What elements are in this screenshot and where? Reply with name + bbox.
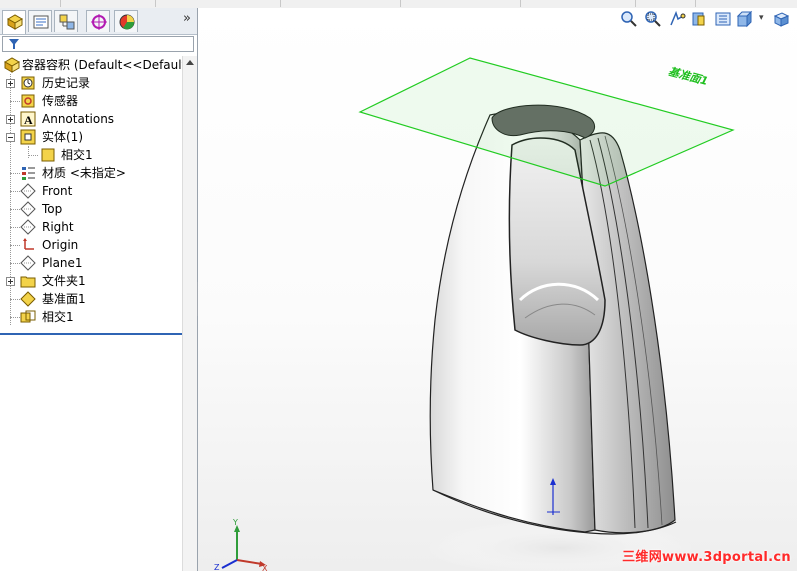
tree-item-top-plane[interactable]: Top — [0, 200, 182, 218]
tab-configuration-manager[interactable] — [54, 10, 78, 32]
previous-view-icon[interactable] — [668, 10, 686, 28]
body-icon — [41, 148, 55, 162]
dimxpert-icon — [91, 14, 107, 30]
tree-item-label: 文件夹1 — [42, 274, 86, 288]
tree-filter-field[interactable] — [2, 36, 194, 52]
tree-item-label: 实体(1) — [42, 130, 83, 144]
tree-item-history[interactable]: 历史记录 — [0, 74, 182, 92]
panel-expand-chevron[interactable]: » — [183, 11, 191, 26]
display-manager-icon — [119, 14, 135, 30]
tree-item-label: Annotations — [42, 112, 115, 126]
scroll-up-arrow-icon[interactable] — [186, 60, 194, 65]
tree-item-label: 材质 <未指定> — [42, 166, 126, 180]
folder-icon — [20, 276, 36, 288]
watermark-text: 三维网www.3dportal.cn — [622, 550, 791, 565]
zoom-to-fit-icon[interactable] — [620, 10, 638, 28]
display-style-dropdown-icon[interactable]: ▾ — [759, 13, 764, 23]
feature-tree: 容器容积 (Default<<Default 历史记录 传感器 A Annota… — [0, 56, 186, 335]
property-manager-icon — [33, 15, 49, 29]
zoom-to-area-icon[interactable] — [644, 10, 662, 28]
tree-item-label: 历史记录 — [42, 76, 91, 90]
triad-z-label: Z — [214, 563, 220, 571]
tab-display-manager[interactable] — [114, 10, 138, 32]
view-cube-icon[interactable] — [772, 10, 790, 28]
tree-item-folder[interactable]: 文件夹1 — [0, 272, 182, 290]
section-view-icon[interactable] — [690, 10, 708, 28]
tree-vertical-scrollbar[interactable] — [182, 56, 197, 571]
display-style-icon[interactable] — [736, 10, 754, 28]
annotations-icon: A — [20, 111, 36, 127]
tree-item-label: Right — [42, 220, 74, 234]
material-icon — [22, 167, 35, 180]
tab-property-manager[interactable] — [28, 10, 52, 32]
model-canvas: Y X Z — [214, 57, 735, 571]
tree-item-right-plane[interactable]: Right — [0, 218, 182, 236]
tree-item-label: Top — [42, 202, 63, 216]
heads-up-view-toolbar: ▾ — [620, 10, 795, 30]
graphics-viewport[interactable]: Y X Z 基准面1 三维网www.3dportal.cn — [198, 8, 797, 571]
plane-icon — [20, 219, 36, 235]
tree-item-material[interactable]: 材质 <未指定> — [0, 164, 182, 182]
tree-item-intersect-feature[interactable]: 相交1 — [0, 308, 182, 326]
expand-toggle[interactable] — [6, 79, 15, 88]
configuration-manager-icon — [59, 14, 75, 30]
view-orientation-icon[interactable] — [714, 10, 732, 28]
tree-item-label: 传感器 — [42, 94, 79, 108]
expand-toggle[interactable] — [6, 277, 15, 286]
svg-text:A: A — [24, 113, 33, 127]
tree-item-sensors[interactable]: 传感器 — [0, 92, 182, 110]
history-icon — [21, 76, 35, 90]
collapse-toggle[interactable] — [6, 133, 15, 142]
tree-item-label: 相交1 — [42, 310, 74, 324]
tree-item-label: Front — [42, 184, 73, 198]
feature-manager-panel: » 容器容积 (Default<<Default 历史记录 传感器 A Anno… — [0, 8, 198, 571]
tree-item-solid-bodies[interactable]: 实体(1) — [0, 128, 182, 146]
tree-item-part-root[interactable]: 容器容积 (Default<<Default — [0, 56, 186, 74]
tree-item-label: 基准面1 — [42, 292, 86, 306]
tree-item-body[interactable]: 相交1 — [0, 146, 182, 164]
plane-icon — [20, 255, 36, 271]
expand-toggle[interactable] — [6, 115, 15, 124]
triad-y-label: Y — [232, 518, 238, 527]
tree-item-reference-plane[interactable]: 基准面1 — [0, 290, 182, 308]
view-triad: Y X Z — [214, 518, 268, 571]
part-icon — [4, 57, 20, 73]
plane-icon — [20, 183, 36, 199]
triad-x-label: X — [262, 564, 268, 571]
tab-dimxpert-manager[interactable] — [86, 10, 110, 32]
tree-item-label: Plane1 — [42, 256, 83, 270]
tree-item-front-plane[interactable]: Front — [0, 182, 182, 200]
tab-feature-manager[interactable] — [2, 10, 26, 34]
feature-tree-icon — [6, 14, 24, 30]
tree-item-label: 容器容积 (Default<<Default — [22, 58, 187, 72]
tree-item-annotations[interactable]: A Annotations — [0, 110, 182, 128]
reference-plane-icon — [20, 291, 36, 307]
tree-item-plane1[interactable]: Plane1 — [0, 254, 182, 272]
filter-icon — [9, 39, 19, 49]
origin-icon — [23, 238, 34, 250]
intersect-feature-icon — [20, 310, 36, 323]
manager-tab-bar: » — [0, 8, 197, 35]
sensor-icon — [21, 94, 35, 108]
plane-icon — [20, 201, 36, 217]
tree-item-label: 相交1 — [61, 148, 93, 162]
tree-item-origin[interactable]: Origin — [0, 236, 182, 254]
tree-item-label: Origin — [42, 238, 79, 252]
solid-bodies-icon — [20, 129, 36, 145]
